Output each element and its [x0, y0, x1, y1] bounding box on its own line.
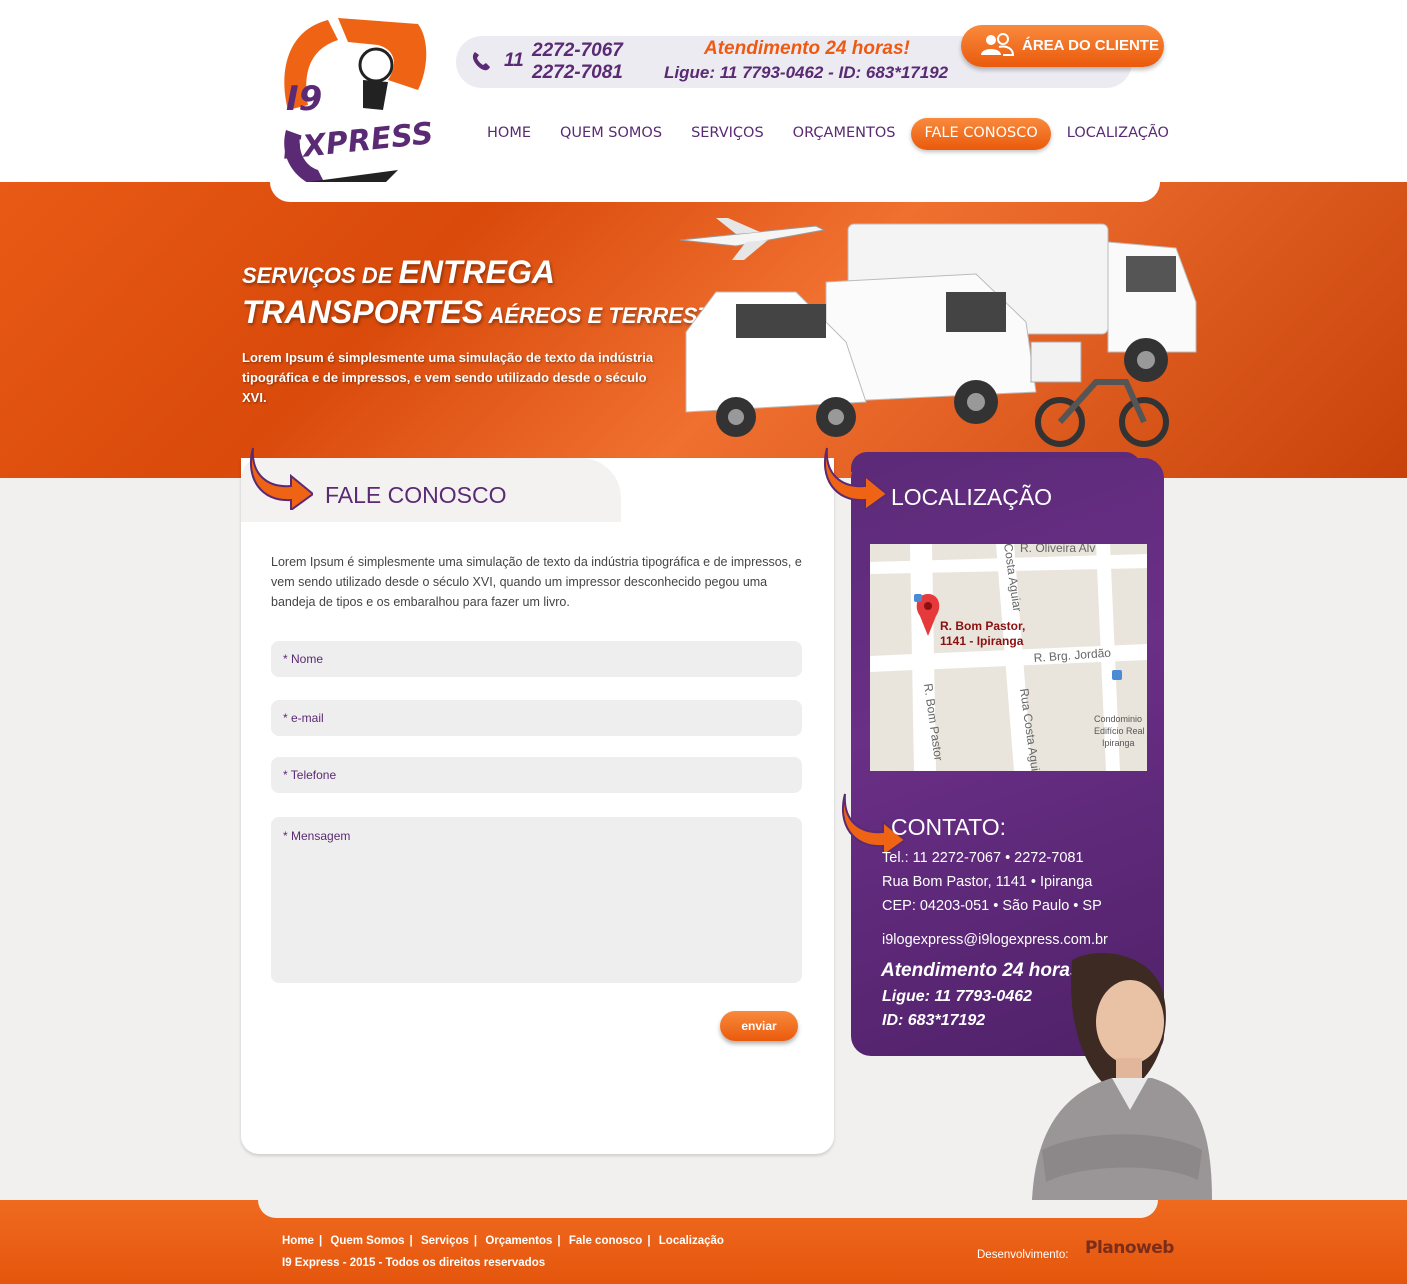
map-streets: R. Bom Pastor R. Brg. Jordão Rua Costa A… [870, 544, 1147, 771]
banner-headline-1: SERVIÇOS DE ENTREGA [242, 254, 555, 291]
users-icon [981, 33, 1015, 56]
footer-link-quem-somos[interactable]: Quem Somos [330, 1235, 404, 1247]
svg-text:I9: I9 [286, 79, 322, 119]
phone-numbers: 2272-7067 2272-7081 [532, 40, 623, 84]
contato-title: CONTATO: [891, 814, 1006, 840]
developer-label: Desenvolvimento: [977, 1249, 1069, 1261]
vehicles-illustration [679, 218, 1197, 447]
location-title: LOCALIZAÇÃO [891, 484, 1053, 510]
bus-stop-icon [914, 594, 922, 602]
footer-separator: | [473, 1235, 478, 1247]
map-poi-2: Edifício Real [1094, 726, 1145, 736]
phone-number-2: 2272-7081 [532, 62, 623, 83]
contato-email[interactable]: i9logexpress@i9logexpress.com.br [882, 932, 1108, 948]
message-field[interactable] [271, 817, 802, 983]
map-poi-3: Ipiranga [1102, 738, 1135, 748]
footer-top-curve [258, 1200, 1158, 1218]
nav-home[interactable]: HOME [474, 118, 544, 150]
nav-fale-conosco[interactable]: FALE CONOSCO [911, 118, 1051, 150]
banner-line1-big: ENTREGA [398, 254, 555, 290]
footer-separator: | [557, 1235, 561, 1247]
hero-banner: SERVIÇOS DE ENTREGA TRANSPORTES AÉREOS E… [0, 182, 1407, 478]
footer-link-localizacao[interactable]: Localização [659, 1235, 724, 1247]
developer-logo[interactable]: Planoweb [1085, 1238, 1174, 1258]
nav-quem-somos[interactable]: QUEM SOMOS [547, 118, 675, 150]
client-area-button[interactable]: ÁREA DO CLIENTE [961, 25, 1164, 67]
phone-field[interactable] [271, 757, 802, 793]
nav-servicos[interactable]: SERVIÇOS [678, 118, 777, 150]
attendance-title: Atendimento 24 horas! [704, 38, 910, 59]
nav-orcamentos[interactable]: ORÇAMENTOS [780, 118, 909, 150]
phone-icon [472, 52, 490, 71]
client-area-label: ÁREA DO CLIENTE [1022, 37, 1159, 54]
footer: Home | Quem Somos | Serviços | Orçamentos | … [0, 1200, 1407, 1284]
footer-link-servicos[interactable]: Serviços [421, 1235, 469, 1247]
email-field[interactable] [271, 700, 802, 736]
footer-separator: | [318, 1235, 323, 1247]
name-field[interactable] [271, 641, 802, 677]
contact-description: Lorem Ipsum é simplesmente uma simulação… [271, 555, 802, 609]
header: I9 EXPRESS 11 2272-7067 2272-7081 Atendi… [0, 0, 1407, 200]
footer-copyright: I9 Express - 2015 - Todos os direitos re… [282, 1257, 546, 1269]
i9-express-logo[interactable]: I9 EXPRESS [268, 10, 434, 196]
location-map[interactable]: R. Bom Pastor R. Brg. Jordão Rua Costa A… [870, 544, 1147, 771]
curved-arrow-icon [250, 447, 313, 510]
contact-card: FALE CONOSCO Lorem Ipsum é simplesmente … [241, 447, 834, 1154]
airplane-icon [679, 218, 826, 260]
map-street-oliveira: R. Oliveira Alv [1020, 544, 1095, 555]
phone-area-code: 11 [504, 50, 524, 71]
nav-localizacao[interactable]: LOCALIZAÇÃO [1054, 118, 1182, 150]
map-label-1: R. Bom Pastor, [940, 619, 1025, 633]
send-button[interactable]: enviar [720, 1011, 798, 1041]
contato-attendance-line-1: Ligue: 11 7793-0462 [882, 988, 1033, 1005]
attendance-line: Ligue: 11 7793-0462 - ID: 683*17192 [664, 63, 949, 82]
attendant-photo [1032, 952, 1212, 1200]
phone-number-1: 2272-7067 [532, 40, 623, 61]
main-nav: HOME QUEM SOMOS SERVIÇOS ORÇAMENTOS FALE… [474, 118, 1185, 150]
contato-cep: CEP: 04203-051 • São Paulo • SP [882, 898, 1102, 914]
contato-tel: Tel.: 11 2272-7067 • 2272-7081 [882, 850, 1084, 866]
contato-attendance-line-2: ID: 683*17192 [882, 1012, 986, 1029]
bus-stop-icon [1112, 670, 1122, 680]
footer-separator: | [647, 1235, 651, 1247]
curved-arrow-icon [824, 447, 887, 510]
footer-nav: Home | Quem Somos | Serviços | Orçamentos | … [282, 1235, 724, 1247]
contato-address: Rua Bom Pastor, 1141 • Ipiranga [882, 874, 1093, 890]
banner-line1-small: SERVIÇOS DE [242, 263, 399, 288]
map-label-2: 1141 - Ipiranga [940, 634, 1024, 648]
footer-separator: | [409, 1235, 413, 1247]
footer-link-home[interactable]: Home [282, 1235, 314, 1247]
footer-link-fale-conosco[interactable]: Fale conosco [569, 1235, 643, 1247]
map-poi-1: Condominio [1094, 714, 1142, 724]
contact-title: FALE CONOSCO [325, 482, 507, 508]
banner-line2-big: TRANSPORTES [242, 294, 484, 330]
banner-top-curve [270, 182, 1160, 202]
footer-link-orcamentos[interactable]: Orçamentos [485, 1235, 552, 1247]
svg-text:EXPRESS: EXPRESS [281, 116, 434, 167]
banner-description: Lorem Ipsum é simplesmente uma simulação… [242, 350, 654, 405]
